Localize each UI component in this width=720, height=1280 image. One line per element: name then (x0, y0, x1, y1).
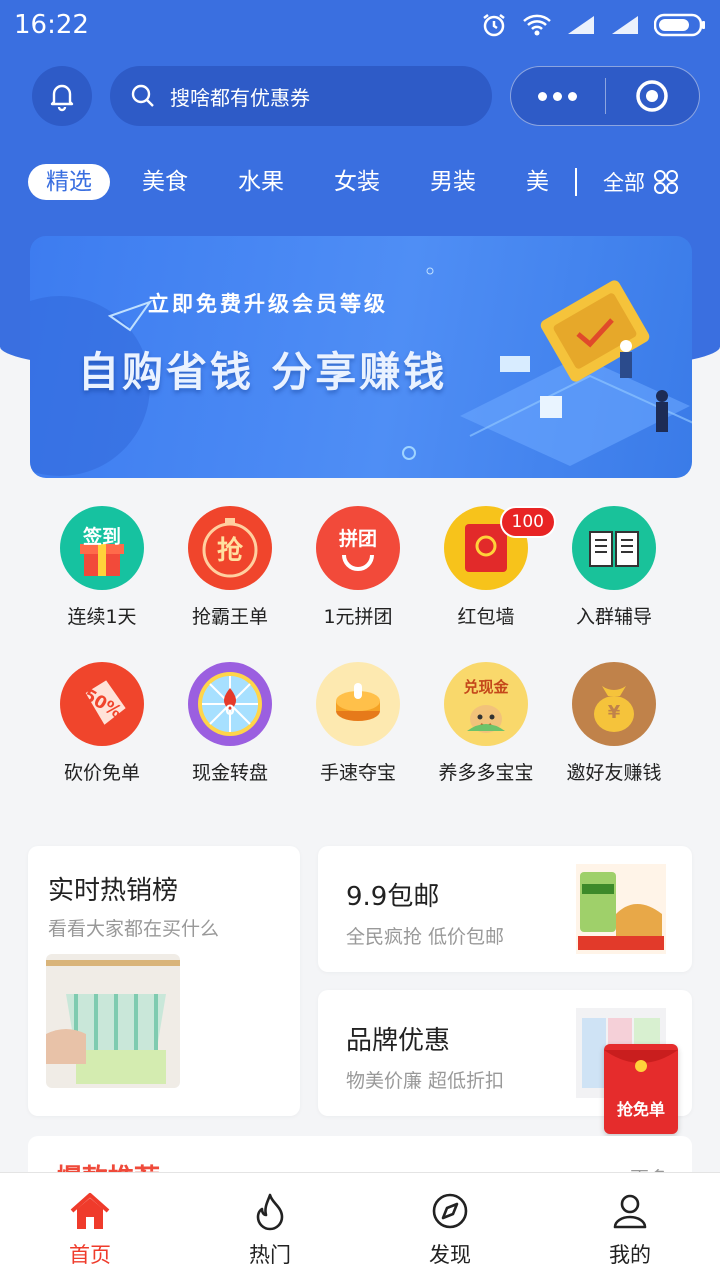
feature-label: 现金转盘 (191, 762, 268, 784)
hot-sales-card[interactable]: 实时热销榜 看看大家都在买什么 (28, 846, 300, 1116)
tab-category-4[interactable]: 男装 (412, 164, 494, 200)
open-book-icon (572, 506, 656, 590)
free-shipping-title: 9.9包邮 (346, 882, 440, 912)
search-placeholder: 搜啥都有优惠券 (170, 85, 310, 110)
feature-label: 入群辅导 (575, 606, 652, 628)
banner-headline: 自购省钱 分享赚钱 (78, 348, 448, 396)
feature-group-buy[interactable]: 拼团 1元拼团 (294, 506, 422, 656)
feature-label: 抢霸王单 (191, 606, 268, 628)
feature-label: 邀好友赚钱 (566, 762, 662, 784)
snack-product-image (576, 864, 666, 954)
tab-category-3[interactable]: 女装 (316, 164, 398, 200)
tabs-divider (575, 168, 577, 196)
tab-home[interactable]: 首页 (0, 1173, 180, 1280)
flame-icon (256, 1193, 284, 1231)
bottom-tab-bar: 首页 热门 发现 我的 (0, 1172, 720, 1280)
category-tabs: 精选 美食 水果 女装 男装 美 全部 (28, 160, 700, 204)
tab-hot-label: 热门 (249, 1243, 291, 1267)
wifi-icon (523, 14, 551, 36)
user-icon (613, 1194, 647, 1229)
grab-free-order-button[interactable]: 抢免单 (604, 1044, 678, 1134)
tab-discover-label: 发现 (429, 1243, 471, 1267)
feature-cash-wheel[interactable]: 0 现金转盘 (166, 662, 294, 812)
discount-tag-icon: 50% (60, 662, 144, 746)
feature-label: 养多多宝宝 (438, 762, 534, 784)
feature-grid: 签到 连续1天 抢 抢霸王单 拼团 1元拼团 100 红包墙 入群辅导 50% … (38, 506, 678, 812)
search-input[interactable]: 搜啥都有优惠券 (110, 66, 492, 126)
banner-indicator (402, 446, 416, 460)
feature-label: 砍价免单 (63, 762, 140, 784)
battery-icon (654, 13, 705, 37)
feature-label: 红包墙 (457, 606, 515, 628)
feature-label: 1元拼团 (323, 606, 393, 628)
free-shipping-subtitle: 全民疯抢 低价包邮 (346, 926, 505, 948)
notification-button[interactable] (32, 66, 92, 126)
red-packet-badge: 100 (499, 506, 556, 538)
tab-category-1[interactable]: 美食 (124, 164, 206, 200)
feature-label: 连续1天 (67, 606, 137, 628)
feature-speed-treasure[interactable]: 手速夺宝 (294, 662, 422, 812)
feature-raise-baby[interactable]: 兑现金 养多多宝宝 (422, 662, 550, 812)
money-bag-icon: ¥ (572, 662, 656, 746)
status-time: 16:22 (14, 10, 89, 40)
miniapp-capsule (510, 66, 700, 126)
all-categories-label: 全部 (603, 171, 645, 195)
signal-icon (568, 16, 594, 34)
tab-mine-label: 我的 (609, 1243, 651, 1267)
all-categories-button[interactable]: 全部 (603, 167, 679, 197)
feature-grab-order[interactable]: 抢 抢霸王单 (166, 506, 294, 656)
grid-icon (654, 170, 678, 194)
group-buy-icon: 拼团 (316, 506, 400, 590)
feature-label: 手速夺宝 (319, 762, 396, 784)
tab-home-label: 首页 (69, 1243, 111, 1267)
alarm-icon (483, 14, 505, 37)
promo-banner[interactable]: 立即免费升级会员等级 自购省钱 分享赚钱 (30, 236, 692, 478)
tab-category-5[interactable]: 美 (508, 164, 567, 200)
compass-icon (432, 1193, 468, 1229)
checkin-gift-icon: 签到 (60, 506, 144, 590)
free-shipping-card[interactable]: 9.9包邮 全民疯抢 低价包邮 (318, 846, 692, 972)
feature-bargain[interactable]: 50% 砍价免单 (38, 662, 166, 812)
tab-mine[interactable]: 我的 (540, 1173, 720, 1280)
drying-rack-image (46, 954, 180, 1088)
bell-icon (50, 84, 74, 112)
target-icon (636, 80, 668, 112)
feature-checkin[interactable]: 签到 连续1天 (38, 506, 166, 656)
more-dots-icon (538, 91, 548, 101)
tap-button-icon (316, 662, 400, 746)
home-icon (70, 1193, 110, 1229)
status-bar: 16:22 (0, 0, 720, 50)
feature-red-packet-wall[interactable]: 100 红包墙 (422, 506, 556, 656)
hot-sales-title: 实时热销榜 (48, 876, 179, 906)
prize-wheel-icon: 0 (188, 662, 272, 746)
grab-free-order-label: 抢免单 (616, 1100, 665, 1119)
hot-sales-subtitle: 看看大家都在买什么 (48, 918, 220, 940)
tab-category-2[interactable]: 水果 (220, 164, 302, 200)
feature-invite-friends[interactable]: ¥ 邀好友赚钱 (550, 662, 678, 812)
search-icon (131, 84, 154, 107)
grab-stopwatch-icon: 抢 (188, 506, 272, 590)
tab-hot[interactable]: 热门 (180, 1173, 360, 1280)
tab-discover[interactable]: 发现 (360, 1173, 540, 1280)
brand-deals-subtitle: 物美价廉 超低折扣 (346, 1070, 505, 1092)
feature-join-group[interactable]: 入群辅导 (550, 506, 678, 656)
banner-subtitle: 立即免费升级会员等级 (148, 292, 388, 316)
cash-baby-icon: 兑现金 (444, 662, 528, 746)
brand-deals-title: 品牌优惠 (346, 1026, 451, 1056)
tab-category-0[interactable]: 精选 (28, 164, 110, 200)
red-envelope-icon (604, 1050, 678, 1072)
close-miniapp-button[interactable] (606, 78, 700, 114)
more-menu-button[interactable] (511, 91, 605, 101)
signal-icon-2 (612, 16, 638, 34)
